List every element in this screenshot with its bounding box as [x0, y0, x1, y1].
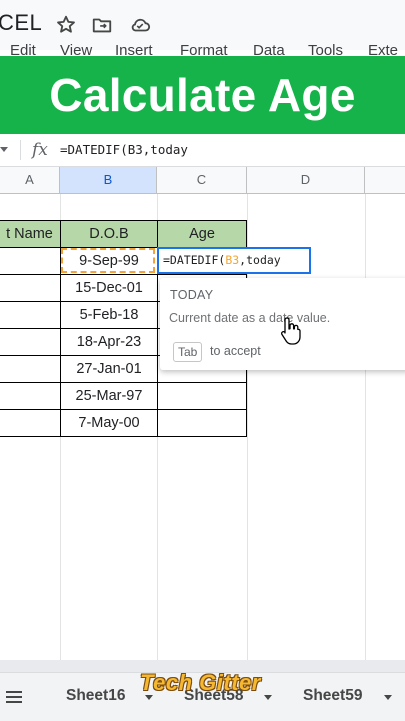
header-name-cell[interactable]: t Name — [0, 220, 61, 248]
function-suggestion-name[interactable]: TODAY — [170, 288, 213, 302]
app-header: CEL Edit View Insert Format Data Tools E… — [0, 0, 405, 59]
document-title[interactable]: CEL — [0, 10, 42, 36]
fx-icon: fx — [32, 140, 48, 160]
column-header-a[interactable]: A — [0, 167, 60, 194]
move-to-folder-icon[interactable] — [91, 14, 113, 36]
watermark: Tech Gitter — [140, 670, 261, 695]
name-cell[interactable] — [0, 328, 61, 356]
header-age-cell[interactable]: Age — [157, 220, 247, 248]
column-header-b[interactable]: B — [60, 167, 157, 194]
name-cell[interactable] — [0, 409, 61, 437]
name-cell[interactable] — [0, 301, 61, 329]
cell-formula-text: =DATEDIF(B3,today — [163, 253, 281, 267]
name-cell[interactable] — [0, 274, 61, 302]
title-banner: Calculate Age — [0, 56, 405, 134]
dob-cell[interactable]: 27-Jan-01 — [60, 355, 158, 383]
age-cell[interactable] — [157, 382, 247, 410]
dob-cell[interactable]: 15-Dec-01 — [60, 274, 158, 302]
dob-cell[interactable]: 5-Feb-18 — [60, 301, 158, 329]
all-sheets-menu-icon[interactable] — [6, 691, 22, 703]
age-cell[interactable] — [157, 409, 247, 437]
formula-bar-divider — [20, 140, 21, 160]
column-header-c[interactable]: C — [157, 167, 247, 194]
active-cell-editor[interactable]: =DATEDIF(B3,today — [157, 247, 311, 274]
header-dob-cell[interactable]: D.O.B — [60, 220, 158, 248]
sheet-tab-menu-icon[interactable] — [264, 695, 272, 700]
name-box-dropdown-icon[interactable] — [0, 147, 8, 152]
banner-title: Calculate Age — [49, 69, 356, 121]
function-suggestion-description: Current date as a date value. — [169, 311, 331, 325]
sheet-tab-sheet16[interactable]: Sheet16 — [66, 687, 125, 705]
column-header-d[interactable]: D — [247, 167, 365, 194]
name-cell[interactable] — [0, 247, 61, 275]
dob-cell[interactable]: 9-Sep-99 — [60, 247, 158, 275]
name-cell[interactable] — [0, 355, 61, 383]
dob-cell[interactable]: 25-Mar-97 — [60, 382, 158, 410]
column-header-e[interactable] — [365, 167, 405, 194]
sheet-tab-menu-icon[interactable] — [384, 695, 392, 700]
dob-cell[interactable]: 18-Apr-23 — [60, 328, 158, 356]
grid-line — [365, 194, 366, 660]
formula-input[interactable]: =DATEDIF(B3,today — [60, 142, 188, 157]
star-icon[interactable] — [55, 14, 77, 36]
name-cell[interactable] — [0, 382, 61, 410]
tab-key-badge: Tab — [173, 342, 203, 362]
sheet-tab-sheet59[interactable]: Sheet59 — [303, 687, 362, 705]
formula-bar: fx =DATEDIF(B3,today — [0, 134, 405, 167]
cell-reference: B3 — [225, 253, 240, 267]
cloud-saved-icon[interactable] — [129, 14, 151, 36]
hand-pointer-icon — [281, 317, 301, 345]
dob-cell[interactable]: 7-May-00 — [60, 409, 158, 437]
accept-hint: to accept — [210, 344, 261, 358]
